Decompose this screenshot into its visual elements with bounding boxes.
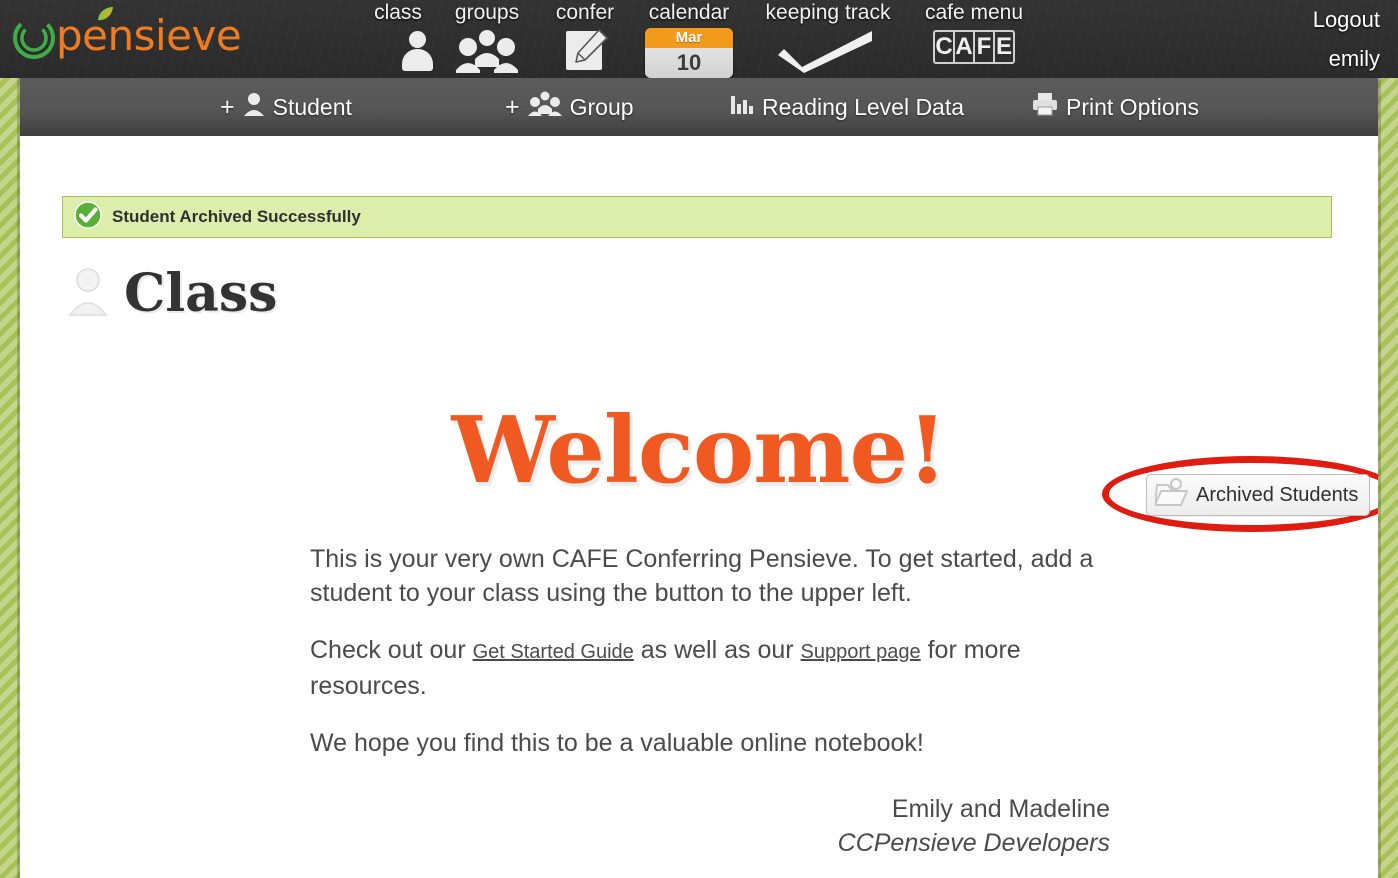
checkmark-icon: [750, 27, 906, 73]
people-group-icon: [440, 27, 534, 73]
left-page-border: [0, 78, 20, 878]
nav-label-confer: confer: [555, 1, 615, 24]
note-pencil-icon: [540, 27, 630, 73]
cafe-letter-e: E: [995, 33, 1012, 60]
cafe-letter-c: C: [935, 32, 955, 62]
add-group-icon: [527, 91, 562, 123]
plus-icon: +: [505, 93, 520, 121]
status-banner-message: Student Archived Successfully: [112, 207, 361, 226]
welcome-copy: This is your very own CAFE Conferring Pe…: [310, 542, 1110, 860]
calendar-month: Mar: [645, 28, 733, 48]
printer-icon: [1032, 92, 1058, 122]
page-title-row: Class: [66, 266, 277, 322]
logo-wordmark: pensieve: [56, 11, 242, 60]
reading-level-data-label: Reading Level Data: [762, 93, 965, 120]
main-content: Student Archived Successfully Class Arch…: [20, 136, 1398, 878]
add-group-button[interactable]: + Group: [505, 78, 634, 136]
page-title: Class: [124, 263, 278, 324]
nav-label-keeping-track: keeping track: [765, 1, 891, 24]
calendar-day: 10: [645, 48, 733, 78]
account-block: Logout emily: [1313, 0, 1380, 78]
add-group-label: Group: [569, 93, 634, 120]
bar-chart-icon: [730, 93, 754, 121]
person-icon: [352, 27, 444, 73]
top-navigation-bar: pensieve ™ class groups confer calendar …: [0, 0, 1398, 78]
print-options-button[interactable]: Print Options: [1032, 78, 1199, 136]
app-logo[interactable]: pensieve ™: [10, 6, 242, 68]
nav-item-groups[interactable]: groups: [440, 0, 534, 78]
paragraph-resources: Check out our Get Started Guide as well …: [310, 633, 1110, 703]
signature-names: Emily and Madeline: [891, 795, 1110, 823]
nav-item-calendar[interactable]: calendar Mar 10: [634, 0, 744, 78]
nav-label-class: class: [374, 1, 422, 24]
logo-leaf-icon: [98, 7, 113, 21]
username-label[interactable]: emily: [1313, 39, 1380, 78]
calendar-icon: Mar 10: [645, 28, 733, 78]
print-options-label: Print Options: [1066, 93, 1199, 120]
paragraph-closing: We hope you find this to be a valuable o…: [310, 729, 924, 757]
logo-tm: ™: [196, 38, 205, 48]
nav-label-cafe-menu: cafe menu: [924, 1, 1024, 24]
nav-item-cafe-menu[interactable]: cafe menu C A F E: [912, 0, 1036, 78]
nav-label-calendar: calendar: [648, 1, 730, 24]
logo-mark-icon: [13, 17, 55, 59]
support-page-link[interactable]: Support page: [801, 641, 921, 663]
right-page-border: [1378, 78, 1398, 878]
add-student-icon: [243, 91, 265, 123]
cafe-icon: C A F E: [933, 30, 1015, 64]
nav-item-class[interactable]: class: [352, 0, 444, 78]
resources-text-2: as well as our: [633, 636, 801, 664]
signature-block: Emily and Madeline CCPensieve Developers: [310, 792, 1110, 860]
paragraph-intro: This is your very own CAFE Conferring Pe…: [310, 545, 1094, 607]
nav-item-keeping-track[interactable]: keeping track: [750, 0, 906, 78]
nav-item-confer[interactable]: confer: [540, 0, 630, 78]
resources-text-1: Check out our: [310, 636, 473, 664]
get-started-guide-link[interactable]: Get Started Guide: [473, 641, 634, 663]
logout-link[interactable]: Logout: [1313, 0, 1380, 39]
plus-icon: +: [220, 93, 235, 121]
welcome-heading: Welcome!: [451, 396, 948, 504]
reading-level-data-button[interactable]: Reading Level Data: [730, 78, 964, 136]
cafe-letter-a: A: [955, 32, 975, 62]
add-student-button[interactable]: + Student: [220, 78, 352, 136]
sub-navigation-bar: + Student + Group Reading Level Data Pri…: [20, 78, 1378, 136]
signature-role: CCPensieve Developers: [837, 829, 1110, 857]
nav-label-groups: groups: [454, 1, 520, 24]
status-banner: Student Archived Successfully: [62, 196, 1332, 238]
success-check-icon: [74, 200, 102, 234]
person-icon: [66, 267, 110, 322]
page-root: pensieve ™ class groups confer calendar …: [0, 0, 1398, 878]
add-student-label: Student: [272, 93, 352, 120]
cafe-letter-f: F: [975, 32, 995, 62]
